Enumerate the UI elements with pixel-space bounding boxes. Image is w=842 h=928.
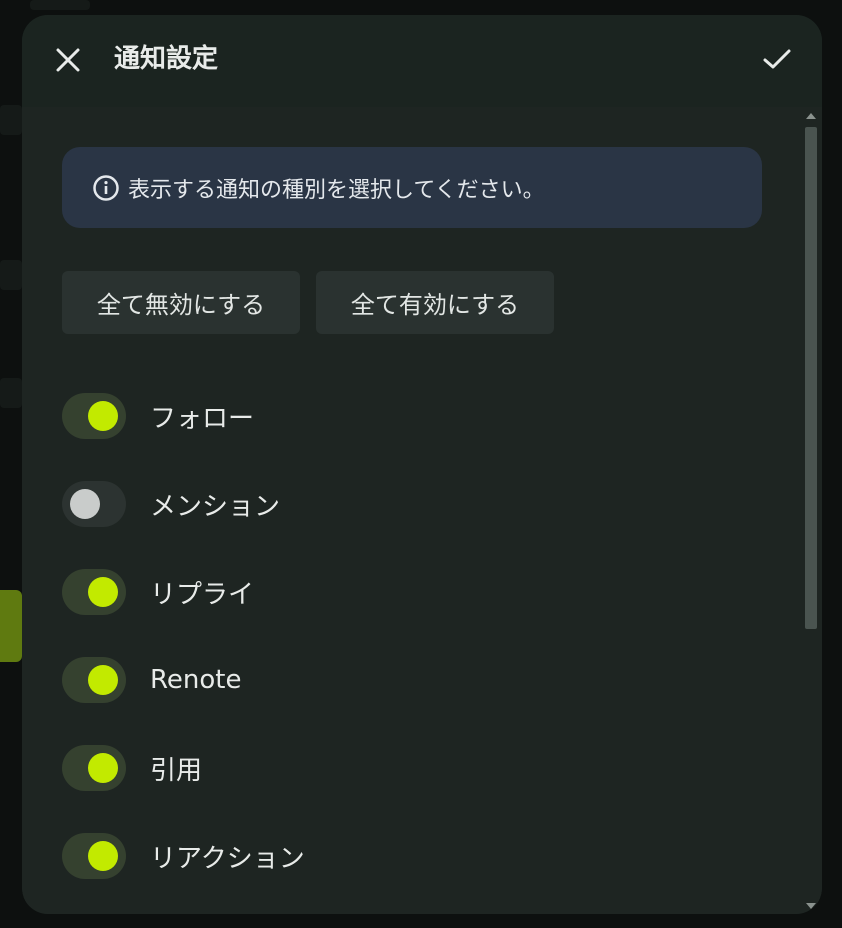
toggle-switch[interactable] (62, 569, 126, 615)
info-banner: 表示する通知の種別を選択してください。 (62, 147, 762, 228)
close-icon (56, 48, 80, 72)
toggle-row-quote[interactable]: 引用 (62, 744, 202, 792)
dialog-header: 通知設定 (22, 15, 822, 107)
toggle-switch[interactable] (62, 833, 126, 879)
toggle-knob (88, 841, 118, 871)
enable-all-button[interactable]: 全て有効にする (316, 271, 554, 334)
toggle-row-reaction[interactable]: リアクション (62, 832, 305, 880)
toggle-knob (88, 753, 118, 783)
toggle-switch[interactable] (62, 481, 126, 527)
dialog-title: 通知設定 (114, 44, 219, 74)
toggle-row-reply[interactable]: リプライ (62, 568, 254, 616)
toggle-knob (88, 665, 118, 695)
dialog-content: 表示する通知の種別を選択してください。 全て無効にする 全て有効にする フォロー… (22, 107, 822, 914)
toggle-label: リアクション (150, 843, 305, 874)
background-accent (0, 590, 22, 662)
toggle-knob (70, 489, 100, 519)
toggle-label: リプライ (150, 579, 255, 610)
disable-all-button[interactable]: 全て無効にする (62, 271, 300, 334)
toggle-knob (88, 577, 118, 607)
confirm-button[interactable] (753, 35, 801, 83)
toggle-row-renote[interactable]: Renote (62, 656, 241, 704)
scrollbar-thumb[interactable] (805, 127, 817, 629)
scroll-down-arrow[interactable] (806, 903, 816, 909)
notification-settings-dialog: 通知設定 表示する通知の種別を選択してください。 全て無効にする 全て有効にする… (22, 15, 822, 914)
toggle-label: 引用 (150, 755, 203, 786)
toggle-switch[interactable] (62, 393, 126, 439)
toggle-row-mention[interactable]: メンション (62, 480, 280, 528)
scrollbar[interactable] (803, 113, 819, 911)
toggle-switch[interactable] (62, 745, 126, 791)
info-icon (92, 174, 120, 202)
background-element (0, 378, 22, 408)
background-element (30, 0, 90, 10)
close-button[interactable] (44, 36, 92, 84)
checkmark-icon (763, 49, 791, 69)
scroll-up-arrow[interactable] (806, 113, 816, 119)
background-element (0, 105, 22, 135)
toggle-label: メンション (150, 491, 281, 522)
toggle-row-follow[interactable]: フォロー (62, 392, 254, 440)
toggle-knob (88, 401, 118, 431)
info-text: 表示する通知の種別を選択してください。 (128, 177, 545, 203)
toggle-label: フォロー (150, 403, 255, 434)
background-element (0, 260, 22, 290)
toggle-label: Renote (150, 665, 242, 695)
toggle-switch[interactable] (62, 657, 126, 703)
